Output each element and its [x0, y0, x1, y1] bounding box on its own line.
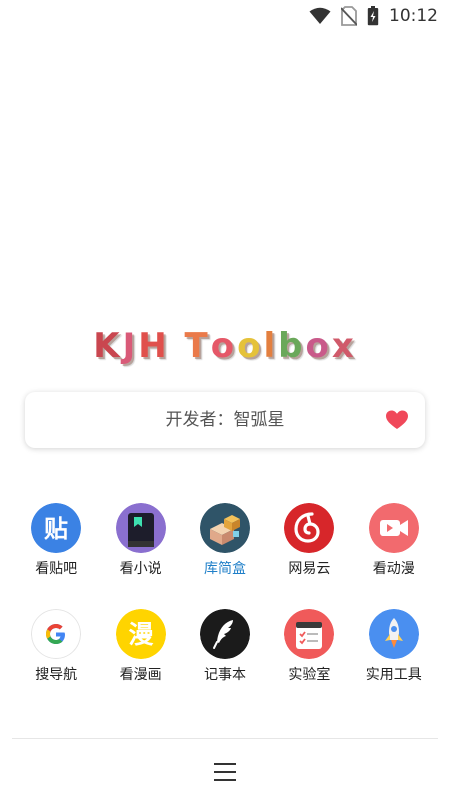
- heart-icon[interactable]: [385, 408, 409, 432]
- grid-row: 贴 看贴吧 看小说 库简盒 网易云 看动漫: [14, 503, 436, 609]
- app-lab[interactable]: 实验室: [267, 609, 351, 715]
- tieba-icon: 贴: [31, 503, 82, 553]
- google-icon: [31, 609, 82, 659]
- app-label: 网易云: [288, 561, 331, 577]
- app-tools[interactable]: 实用工具: [352, 609, 436, 715]
- status-bar: 10:12: [0, 0, 450, 32]
- battery-icon: [367, 6, 379, 26]
- title-letter: o: [237, 326, 264, 366]
- title-letter: H: [138, 326, 170, 366]
- feather-icon: [199, 609, 250, 659]
- rocket-icon: [368, 609, 419, 659]
- bottom-divider: [12, 738, 438, 739]
- no-sim-icon: [341, 6, 357, 26]
- status-time: 10:12: [389, 6, 438, 26]
- wifi-icon: [309, 7, 331, 24]
- manga-icon: 漫: [115, 609, 166, 659]
- status-icons: 10:12: [309, 5, 438, 27]
- app-title: KJH Toolbox: [0, 326, 450, 366]
- title-letter: T: [184, 326, 211, 366]
- developer-label: 开发者：智弧星: [165, 410, 285, 430]
- title-letter: o: [210, 326, 238, 366]
- manga-glyph: 漫: [128, 620, 153, 649]
- app-manga[interactable]: 漫 看漫画: [98, 609, 182, 715]
- app-label: 实验室: [288, 667, 331, 683]
- app-netease[interactable]: 网易云: [267, 503, 351, 609]
- app-grid: 贴 看贴吧 看小说 库简盒 网易云 看动漫 搜导航 漫 看漫画 记事本 实验室 …: [14, 503, 436, 715]
- tieba-glyph: 贴: [44, 515, 68, 543]
- app-search-nav[interactable]: 搜导航: [14, 609, 98, 715]
- title-letter: l: [263, 326, 279, 366]
- app-label: 看动漫: [372, 561, 415, 577]
- title-letter: J: [122, 326, 139, 366]
- app-label: 实用工具: [365, 667, 422, 683]
- title-letter: x: [331, 326, 357, 366]
- app-box[interactable]: 库简盒: [183, 503, 267, 609]
- checklist-icon: [284, 609, 335, 659]
- app-label: 看贴吧: [35, 561, 78, 577]
- title-letter: o: [305, 326, 332, 366]
- box-icon: [199, 503, 250, 553]
- app-notepad[interactable]: 记事本: [183, 609, 267, 715]
- title-letter: K: [93, 326, 123, 366]
- app-label: 看小说: [119, 561, 162, 577]
- novel-icon: [115, 503, 166, 553]
- app-label: 看漫画: [119, 667, 162, 683]
- video-icon: [368, 503, 419, 553]
- app-anime[interactable]: 看动漫: [352, 503, 436, 609]
- app-novel[interactable]: 看小说: [98, 503, 182, 609]
- app-label: 搜导航: [35, 667, 78, 683]
- app-label: 记事本: [203, 667, 246, 683]
- app-tieba[interactable]: 贴 看贴吧: [14, 503, 98, 609]
- title-letter: b: [278, 326, 306, 366]
- app-label: 库简盒: [203, 561, 246, 577]
- hamburger-menu-icon[interactable]: [213, 760, 237, 784]
- developer-card: 开发者：智弧星: [25, 392, 425, 448]
- netease-music-icon: [284, 503, 335, 553]
- grid-row: 搜导航 漫 看漫画 记事本 实验室 实用工具: [14, 609, 436, 715]
